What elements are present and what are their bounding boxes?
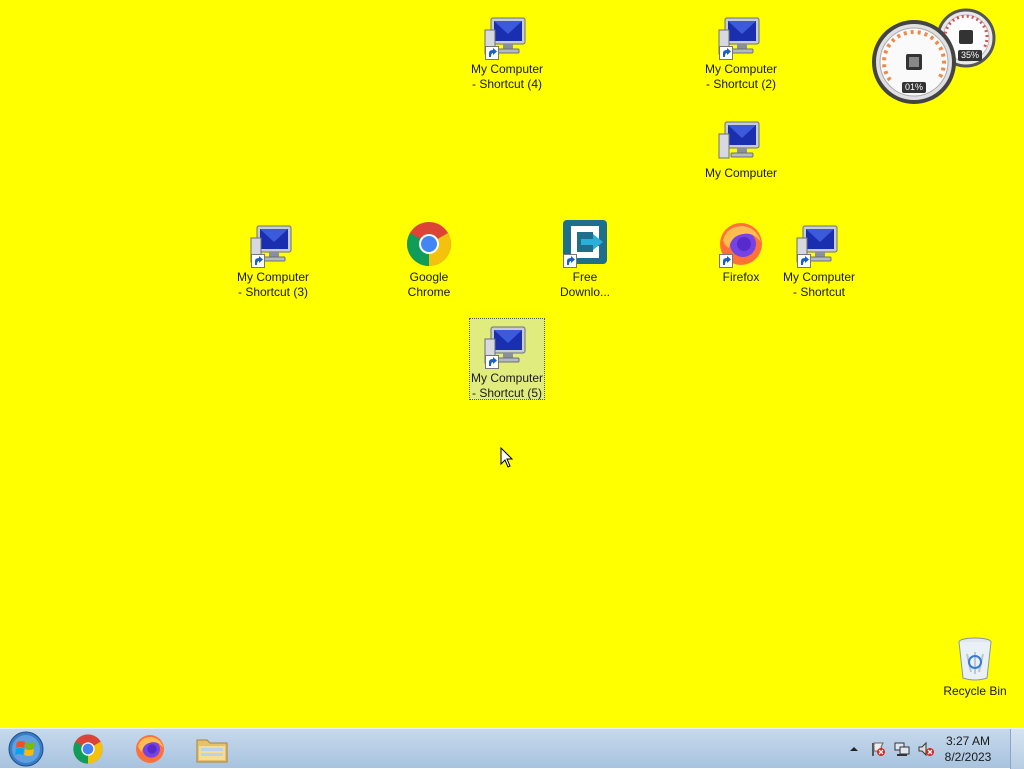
windows-logo-icon — [8, 731, 44, 767]
icon-label: Free Downlo... — [559, 270, 611, 299]
computer-icon — [249, 220, 297, 268]
icon-label: My Computer — [704, 166, 778, 180]
chrome-icon — [73, 734, 103, 764]
firefox-icon — [136, 735, 164, 763]
icon-label: Recycle Bin — [943, 684, 1007, 698]
memory-percent-readout: 35% — [958, 50, 983, 61]
taskbar: 3:27 AM 8/2/2023 — [0, 728, 1024, 769]
clock-date: 8/2/2023 — [944, 750, 992, 764]
icon-label: My Computer - Shortcut — [782, 270, 856, 299]
show-desktop-button[interactable] — [1010, 729, 1024, 769]
show-hidden-icons-icon[interactable] — [846, 741, 862, 757]
volume-muted-icon[interactable] — [918, 741, 934, 757]
shortcut-arrow-icon — [797, 254, 811, 268]
desktop-icon-my-computer-shortcut-2[interactable]: My Computer - Shortcut (2) — [703, 10, 779, 92]
chrome-icon — [405, 220, 453, 268]
desktop-icon-recycle-bin[interactable]: Recycle Bin — [937, 632, 1013, 699]
desktop-icon-my-computer-shortcut-3[interactable]: My Computer - Shortcut (3) — [235, 218, 311, 300]
shortcut-arrow-icon — [719, 46, 733, 60]
computer-icon — [717, 12, 765, 60]
desktop-icon-my-computer-shortcut-4[interactable]: My Computer - Shortcut (4) — [469, 10, 545, 92]
computer-icon — [717, 116, 765, 164]
icon-label: My Computer - Shortcut (2) — [704, 62, 778, 91]
recycle-bin-icon — [951, 634, 999, 682]
start-button[interactable] — [6, 730, 46, 768]
cpu-percent-readout: 01% — [902, 82, 927, 93]
shortcut-arrow-icon — [251, 254, 265, 268]
shortcut-arrow-icon — [485, 46, 499, 60]
action-center-flag-icon[interactable] — [870, 741, 886, 757]
desktop-icon-my-computer-shortcut[interactable]: My Computer - Shortcut — [781, 218, 857, 300]
icon-label: My Computer - Shortcut (5) — [470, 371, 544, 400]
cpu-meter-gadget[interactable]: 01% 35% — [872, 8, 1002, 108]
taskbar-file-explorer[interactable] — [186, 731, 238, 767]
computer-icon — [483, 321, 531, 369]
desktop-icon-free-download-manager[interactable]: Free Downlo... — [547, 218, 623, 300]
icon-label: Google Chrome — [407, 270, 451, 299]
computer-icon — [483, 12, 531, 60]
icon-label: My Computer - Shortcut (4) — [470, 62, 544, 91]
folder-icon — [196, 739, 228, 763]
desktop-icon-firefox[interactable]: Firefox — [703, 218, 779, 285]
clock[interactable]: 3:27 AM 8/2/2023 — [938, 733, 998, 765]
taskbar-chrome[interactable] — [62, 731, 114, 767]
clock-time: 3:27 AM — [945, 734, 991, 748]
notification-area: 3:27 AM 8/2/2023 — [834, 729, 1024, 769]
network-icon[interactable] — [894, 741, 910, 757]
desktop-icon-my-computer[interactable]: My Computer — [703, 114, 779, 181]
taskbar-firefox[interactable] — [124, 731, 176, 767]
icon-label: Firefox — [722, 270, 760, 284]
mouse-cursor-icon — [500, 447, 514, 468]
icon-label: My Computer - Shortcut (3) — [236, 270, 310, 299]
shortcut-arrow-icon — [485, 355, 499, 369]
desktop[interactable]: My Computer - Shortcut (4) My Computer -… — [0, 0, 1024, 728]
computer-icon — [795, 220, 843, 268]
desktop-icon-google-chrome[interactable]: Google Chrome — [391, 218, 467, 300]
shortcut-arrow-icon — [563, 254, 577, 268]
shortcut-arrow-icon — [719, 254, 733, 268]
desktop-icon-my-computer-shortcut-5[interactable]: My Computer - Shortcut (5) — [469, 318, 545, 400]
free-download-manager-icon — [561, 220, 609, 268]
firefox-icon — [717, 220, 765, 268]
